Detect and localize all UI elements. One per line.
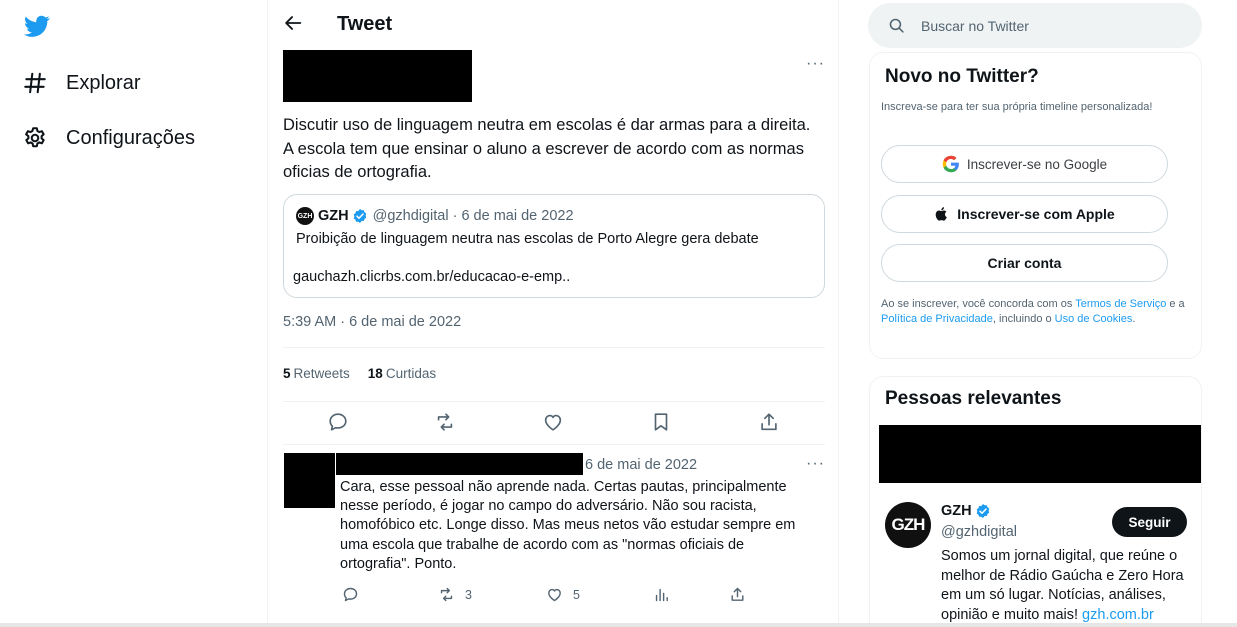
redacted-person [879,425,1201,483]
reply-more-button[interactable]: ··· [806,455,825,473]
bar-chart-icon [655,588,668,602]
terms-link[interactable]: Termos de Serviço [1075,298,1166,310]
search-input[interactable] [921,17,1161,34]
create-account-button[interactable]: Criar conta [881,244,1168,282]
legal-text: Ao se inscrever, você concorda com os Te… [881,297,1193,327]
person-bio-link[interactable]: gzh.com.br [1082,607,1154,623]
like-heart-icon [548,588,561,602]
reply-share-button[interactable] [729,586,756,603]
google-signup-label: Inscrever-se no Google [966,156,1108,172]
create-account-label: Criar conta [987,255,1062,271]
signup-subtitle: Inscreva-se para ter sua própria timelin… [881,101,1153,113]
nav-item-label: Configurações [66,126,195,149]
nav-item-explorar[interactable]: Explorar [22,63,140,103]
quoted-tweet-text: Proibição de linguagem neutra nas escola… [296,231,759,247]
quoted-handle: @gzhdigital [372,208,449,224]
redacted-author [283,50,472,102]
redacted-reply-author [336,453,583,475]
back-arrow-icon[interactable] [282,12,304,34]
person-name: GZH [941,503,972,519]
verified-badge-icon [352,208,368,224]
retweet-icon[interactable] [434,411,456,433]
legal-end: . [1132,313,1136,325]
apple-icon [935,207,947,221]
hashtag-icon [22,70,48,96]
redacted-reply-avatar [284,453,335,508]
left-nav: Explorar Configurações [0,0,267,627]
signup-title: Novo no Twitter? [885,66,1039,87]
right-sidebar: Novo no Twitter? Inscreva-se para ter su… [839,0,1237,627]
legal-pre: Ao se inscrever, você concorda com os [881,298,1076,310]
tweet-text: Discutir uso de linguagem neutra em esco… [283,116,811,181]
person-handle: @gzhdigital [941,524,1017,540]
legal-mid: e a [1166,298,1185,310]
quoted-link[interactable]: gauchazh.clicrbs.com.br/educacao-e-emp.. [293,269,570,285]
quoted-tweet-header: GZH GZH @gzhdigital · 6 de mai de 2022 [296,207,574,225]
avatar: GZH [296,207,314,225]
divider [283,401,825,402]
nav-item-label: Explorar [66,71,141,94]
twitter-logo-icon[interactable] [22,13,52,39]
follow-button[interactable]: Seguir [1112,507,1187,537]
page-title: Tweet [337,13,393,35]
reply-date[interactable]: 6 de mai de 2022 [585,457,697,473]
quoted-author-name: GZH [318,208,349,224]
relevant-people-card: Pessoas relevantes GZH GZH @gzhdigital S… [869,376,1202,627]
tweet-stats: 5 Retweets 18 Curtidas [283,366,454,381]
person-bio: Somos um jornal digital, que reúne o mel… [941,547,1197,625]
google-icon [942,155,959,173]
reply-text: Cara, esse pessoal não aprende nada. Cer… [340,479,796,572]
privacy-link[interactable]: Política de Privacidade [881,313,993,325]
person-name-link[interactable]: GZH [941,503,991,519]
likes-label: Curtidas [385,366,437,381]
retweets-label: Retweets [293,366,350,381]
share-icon [731,587,744,601]
reply-icon [343,587,358,602]
reply-reply-button[interactable] [342,586,369,603]
search-icon [889,18,904,33]
retweet-icon [440,587,453,602]
header: Tweet [268,0,839,48]
bookmark-icon[interactable] [650,411,672,433]
reply-like-count: 5 [573,587,580,602]
main-column: Tweet ··· Discutir uso de linguagem neut… [267,0,839,627]
likes-count: 18 [367,366,383,381]
reply-retweet-button[interactable]: 3 [438,586,472,603]
retweets-count: 5 [283,366,291,381]
reply-icon[interactable] [327,411,349,433]
search-bar[interactable] [868,3,1202,48]
reply-like-button[interactable]: 5 [546,586,580,603]
verified-badge-icon [976,504,989,518]
gear-icon [22,125,48,151]
divider [283,444,825,445]
cookies-link[interactable]: Uso de Cookies [1055,313,1133,325]
google-signup-button[interactable]: Inscrever-se no Google [881,145,1168,183]
likes-stat[interactable]: 18 Curtidas [368,366,436,381]
nav-item-configuracoes[interactable]: Configurações [22,118,195,158]
share-icon[interactable] [758,411,780,433]
avatar[interactable]: GZH [885,502,931,548]
tweet-more-button[interactable]: ··· [806,55,825,73]
legal-mid2: , incluindo o [992,313,1055,325]
like-heart-icon[interactable] [542,411,564,433]
bottom-edge [0,623,1237,627]
retweets-stat[interactable]: 5 Retweets [283,366,350,381]
tweet-timestamp[interactable]: 5:39 AM · 6 de mai de 2022 [283,314,461,330]
apple-signup-button[interactable]: Inscrever-se com Apple [881,195,1168,233]
divider [283,347,825,348]
quoted-date: · 6 de mai de 2022 [452,208,574,224]
reply-retweet-count: 3 [465,587,472,602]
quoted-tweet[interactable]: GZH GZH @gzhdigital · 6 de mai de 2022 P… [283,194,825,298]
signup-card: Novo no Twitter? Inscreva-se para ter su… [869,52,1202,359]
apple-signup-label: Inscrever-se com Apple [957,206,1115,222]
relevant-title: Pessoas relevantes [885,388,1062,409]
reply-views-button[interactable] [653,586,680,603]
